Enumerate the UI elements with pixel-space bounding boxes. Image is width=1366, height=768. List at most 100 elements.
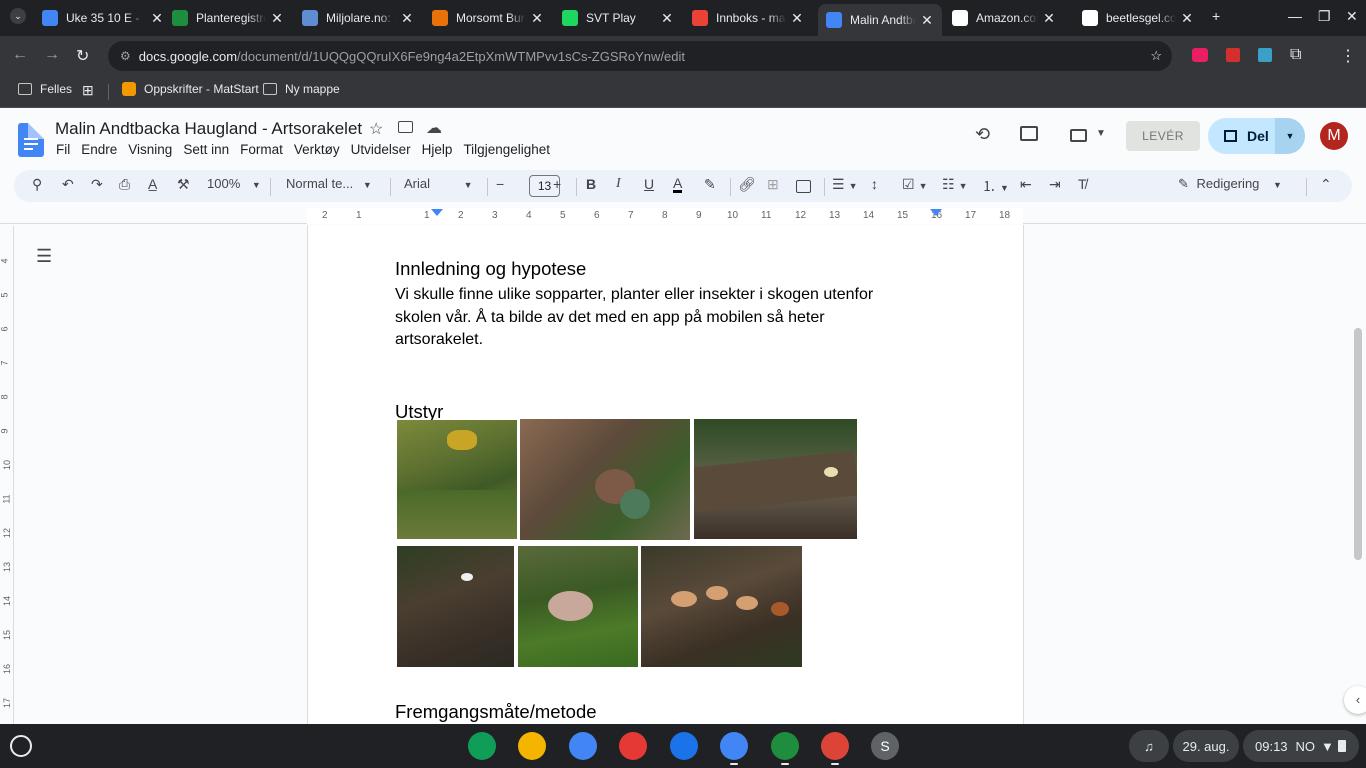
extension-icon-1[interactable] <box>1192 48 1208 62</box>
increase-indent-icon[interactable]: ⇥ <box>1049 176 1061 193</box>
status-tray[interactable]: 09:13 NO ▼ <box>1243 730 1359 762</box>
avatar[interactable]: M <box>1320 122 1348 150</box>
paint-format-icon[interactable]: ⚒ <box>177 176 190 193</box>
meet-icon[interactable] <box>1070 129 1087 142</box>
star-icon[interactable]: ☆ <box>369 119 383 139</box>
align-icon[interactable]: ☰ ▼ <box>832 176 857 193</box>
restore-icon[interactable]: ❐ <box>1318 8 1331 25</box>
editing-mode-select[interactable]: ✎ Redigering ▼ <box>1178 176 1282 192</box>
drive-app-icon[interactable] <box>569 732 597 760</box>
cloud-status-icon[interactable]: ☁ <box>426 118 442 138</box>
docs-logo-icon[interactable] <box>18 123 44 157</box>
bold-icon[interactable]: B <box>586 176 596 192</box>
menu-item-2[interactable]: Visning <box>128 142 172 157</box>
chrome-app-icon[interactable] <box>821 732 849 760</box>
extension-icon-2[interactable] <box>1226 48 1240 62</box>
decrease-font-icon[interactable]: − <box>496 176 504 192</box>
print-icon[interactable]: ⎙ <box>119 176 130 193</box>
line-spacing-icon[interactable]: ↕ <box>871 176 878 192</box>
tab-6[interactable]: Innboks - mal ✕ <box>684 4 812 32</box>
close-tab-icon[interactable]: ✕ <box>150 10 164 27</box>
close-tab-icon[interactable]: ✕ <box>400 10 414 27</box>
underline-icon[interactable]: U <box>644 176 654 192</box>
numbered-list-icon[interactable]: ⒈ ▼ <box>982 176 1009 196</box>
extension-icon-3[interactable] <box>1258 48 1272 62</box>
close-tab-icon[interactable]: ✕ <box>790 10 804 27</box>
horizontal-ruler[interactable]: 2 1 1 2 3 4 5 6 7 8 9 10 11 12 13 14 15 16 17 18 <box>0 208 1366 224</box>
sheets-app-icon[interactable] <box>468 732 496 760</box>
move-folder-icon[interactable] <box>398 121 413 133</box>
spellcheck-icon[interactable]: A̲ <box>148 176 157 192</box>
menu-item-1[interactable]: Endre <box>81 142 117 157</box>
side-panel-toggle-icon[interactable]: ‹ <box>1344 686 1366 714</box>
document-page[interactable]: Innledning og hypotese Vi skulle finne u… <box>307 225 1024 724</box>
photo-tree-root[interactable] <box>520 419 690 540</box>
news-app-icon[interactable] <box>670 732 698 760</box>
tab-9[interactable]: beetlesgel.co ✕ <box>1074 4 1202 32</box>
photo-log[interactable] <box>694 419 857 539</box>
menu-item-7[interactable]: Hjelp <box>422 142 453 157</box>
lever-button[interactable]: LEVÉR <box>1126 121 1200 151</box>
docs-app-icon[interactable] <box>720 732 748 760</box>
photo-mushroom-moss[interactable] <box>518 546 638 667</box>
checklist-icon[interactable]: ☑ ▼ <box>902 176 927 193</box>
close-tab-icon[interactable]: ✕ <box>1042 10 1056 27</box>
bulleted-list-icon[interactable]: ☷ ▼ <box>942 176 967 193</box>
clear-formatting-icon[interactable]: T̸ <box>1078 176 1087 192</box>
close-tab-icon[interactable]: ✕ <box>530 10 544 27</box>
extensions-puzzle-icon[interactable]: ⧉ <box>1290 46 1301 64</box>
classroom-app-icon[interactable] <box>771 732 799 760</box>
tab-2[interactable]: Planteregistre ✕ <box>164 4 292 32</box>
slides-app-icon[interactable] <box>518 732 546 760</box>
left-indent-marker[interactable] <box>431 209 443 216</box>
redo-icon[interactable]: ↷ <box>91 176 103 193</box>
scrollbar[interactable] <box>1354 328 1362 560</box>
forward-icon[interactable]: → <box>44 46 60 64</box>
search-menus-icon[interactable]: ⚲ <box>32 176 42 193</box>
tab-5[interactable]: SVT Play ✕ <box>554 4 682 32</box>
share-dropdown-icon[interactable]: ▼ <box>1275 118 1305 154</box>
menu-item-3[interactable]: Sett inn <box>183 142 229 157</box>
menu-item-5[interactable]: Verktøy <box>294 142 340 157</box>
s-app-icon[interactable]: S <box>871 732 899 760</box>
bookmark-oppskrifter[interactable]: Oppskrifter - MatStart <box>122 82 259 96</box>
document-title[interactable]: Malin Andtbacka Haugland - Artsorakelet <box>55 119 362 139</box>
zoom-select[interactable]: 100% ▼ <box>207 176 261 191</box>
photo-grass[interactable] <box>397 420 517 539</box>
reload-icon[interactable]: ↻ <box>76 46 89 66</box>
address-bar[interactable]: ⚙ docs.google.com/document/d/1UQQgQQruIX… <box>108 41 1172 71</box>
close-tab-icon[interactable]: ✕ <box>660 10 674 27</box>
tab-3[interactable]: Miljolare.no: F ✕ <box>294 4 422 32</box>
close-tab-icon[interactable]: ✕ <box>270 10 284 27</box>
close-tab-icon[interactable]: ✕ <box>920 12 934 29</box>
menu-item-8[interactable]: Tilgjengelighet <box>463 142 550 157</box>
minimize-icon[interactable]: — <box>1288 8 1302 24</box>
date-display[interactable]: 29. aug. <box>1173 730 1239 762</box>
menu-kebab-icon[interactable]: ⋮ <box>1340 46 1356 66</box>
canvas-app-icon[interactable] <box>619 732 647 760</box>
new-tab-icon[interactable]: + <box>1212 8 1220 24</box>
italic-icon[interactable]: I <box>616 176 621 192</box>
text-color-icon[interactable]: A <box>673 176 683 193</box>
outline-icon[interactable]: ☰ <box>36 246 52 267</box>
comments-icon[interactable] <box>1020 126 1038 141</box>
insert-image-icon[interactable] <box>796 180 811 193</box>
collapse-menus-icon[interactable]: ⌃ <box>1320 176 1332 193</box>
highlight-icon[interactable]: ✎ <box>704 176 716 193</box>
tab-8[interactable]: Amazon.com ✕ <box>944 4 1064 32</box>
undo-icon[interactable]: ↶ <box>62 176 74 193</box>
photo-mushroom-small[interactable] <box>397 546 514 667</box>
menu-item-4[interactable]: Format <box>240 142 283 157</box>
media-icon[interactable]: ♫ <box>1129 730 1169 762</box>
meet-dropdown-icon[interactable]: ▼ <box>1096 128 1106 139</box>
menu-item-0[interactable]: Fil <box>56 142 70 157</box>
site-info-icon[interactable]: ⚙ <box>120 49 131 63</box>
tab-1[interactable]: Uke 35 10 E - ✕ <box>34 4 172 32</box>
close-window-icon[interactable]: ✕ <box>1346 8 1358 25</box>
font-select[interactable]: Arial ▼ <box>404 176 473 191</box>
tab-4[interactable]: Morsomt Bur ✕ <box>424 4 552 32</box>
bookmark-star-icon[interactable]: ☆ <box>1150 48 1162 64</box>
link-icon[interactable]: 🔗︎ <box>738 176 756 193</box>
photo-mushroom-cluster[interactable] <box>641 546 802 667</box>
bookmark-ny-mappe[interactable]: Ny mappe <box>263 82 340 96</box>
